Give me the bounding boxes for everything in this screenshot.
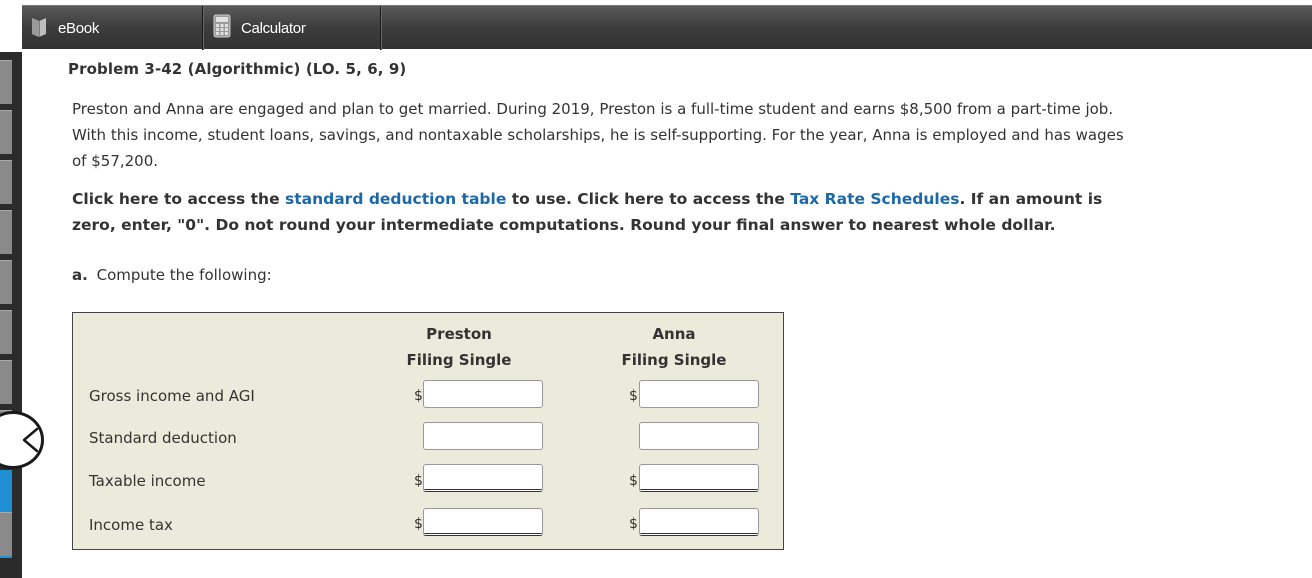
calculator-icon [213,14,231,42]
dollar-sign: $ [629,473,638,489]
problem-description: Preston and Anna are engaged and plan to… [72,100,1124,170]
instructions-text: Click here to access the [72,190,285,208]
strip-segment[interactable] [0,60,12,104]
dollar-sign: $ [414,516,423,532]
ebook-label: eBook [58,19,100,37]
standard-deduction-table-link[interactable]: standard deduction table [285,190,506,208]
row-label-income-tax: Income tax [89,516,173,534]
tax-rate-schedules-link[interactable]: Tax Rate Schedules [790,190,959,208]
strip-segment[interactable] [0,310,12,354]
strip-segment[interactable] [0,110,12,154]
part-a-text: Compute the following: [96,266,272,284]
dollar-sign: $ [629,388,638,404]
top-toolbar: eBook Calculator [22,5,1312,50]
column-header-line: Preston [426,325,492,343]
strip-segment[interactable] [0,210,12,254]
column-header-line: Filing Single [406,351,512,369]
column-header-anna: Anna Filing Single [594,321,754,373]
calculator-label: Calculator [241,19,306,37]
anna-gross-income-input[interactable] [639,380,759,408]
strip-segment[interactable] [0,160,12,204]
strip-segment[interactable] [0,512,12,556]
book-icon [30,15,48,41]
anna-taxable-income-input[interactable] [639,464,759,492]
back-button[interactable] [0,411,44,469]
instructions: Click here to access the standard deduct… [72,186,1142,238]
part-a-letter: a. [72,266,88,284]
row-label-gross-income: Gross income and AGI [89,387,255,405]
row-label-standard-deduction: Standard deduction [89,429,237,447]
left-navigation-strip [0,52,22,578]
computation-table: Preston Filing Single Anna Filing Single… [72,312,784,550]
preston-income-tax-input[interactable] [423,508,543,536]
strip-segment[interactable] [0,360,12,404]
ebook-tab[interactable]: eBook [22,6,203,50]
instructions-text: to use. Click here to access the [506,190,791,208]
strip-segment[interactable] [0,260,12,304]
preston-standard-deduction-input[interactable] [423,422,543,450]
anna-standard-deduction-input[interactable] [639,422,759,450]
column-header-preston: Preston Filing Single [379,321,539,373]
dollar-sign: $ [414,388,423,404]
part-a-prompt: a. Compute the following: [72,266,272,284]
column-header-line: Filing Single [621,351,727,369]
dollar-sign: $ [629,516,638,532]
problem-title: Problem 3-42 (Algorithmic) (LO. 5, 6, 9) [68,60,407,78]
chevron-left-icon [20,426,40,454]
preston-taxable-income-input[interactable] [423,464,543,492]
dollar-sign: $ [414,473,423,489]
preston-gross-income-input[interactable] [423,380,543,408]
column-header-line: Anna [652,325,696,343]
anna-income-tax-input[interactable] [639,508,759,536]
calculator-tab[interactable]: Calculator [203,6,381,50]
row-label-taxable-income: Taxable income [89,472,206,490]
